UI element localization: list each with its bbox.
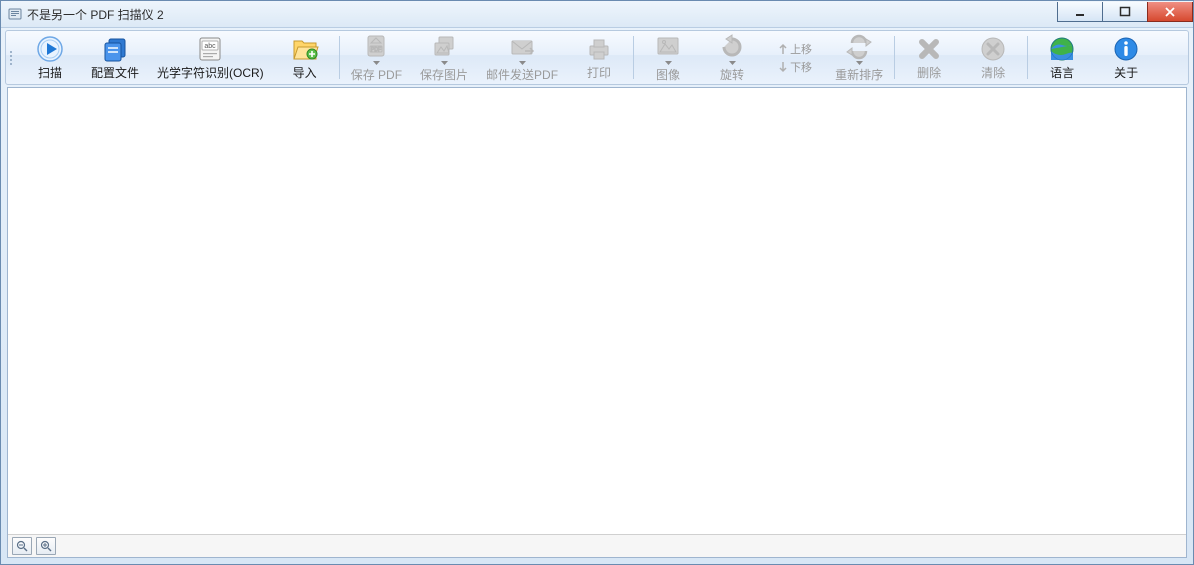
titlebar: 不是另一个 PDF 扫描仪 2 bbox=[1, 1, 1193, 28]
email-pdf-button[interactable]: 邮件发送PDF bbox=[477, 32, 567, 83]
zoom-in-button[interactable] bbox=[36, 537, 56, 555]
print-label: 打印 bbox=[587, 64, 611, 81]
scan-label: 扫描 bbox=[38, 64, 62, 81]
import-label: 导入 bbox=[293, 64, 317, 81]
save-image-label: 保存图片 bbox=[420, 66, 468, 83]
delete-icon bbox=[915, 35, 943, 63]
svg-text:PDF: PDF bbox=[371, 47, 381, 53]
clear-button[interactable]: 清除 bbox=[961, 32, 1025, 83]
rotate-button[interactable]: 旋转 bbox=[700, 32, 764, 83]
image-label: 图像 bbox=[656, 66, 680, 83]
about-button[interactable]: 关于 bbox=[1094, 32, 1158, 83]
zoom-in-icon bbox=[40, 540, 52, 552]
scan-button[interactable]: 扫描 bbox=[18, 32, 82, 83]
globe-icon bbox=[1048, 35, 1076, 63]
image-dropdown[interactable] bbox=[665, 61, 673, 65]
email-pdf-label: 邮件发送PDF bbox=[486, 66, 558, 83]
email-pdf-dropdown[interactable] bbox=[519, 61, 527, 65]
maximize-icon bbox=[1119, 6, 1131, 18]
info-icon bbox=[1112, 35, 1140, 63]
move-down-label: 下移 bbox=[790, 59, 812, 75]
clear-label: 清除 bbox=[981, 64, 1005, 81]
save-pdf-icon: PDF bbox=[361, 33, 391, 61]
image-button[interactable]: 图像 bbox=[636, 32, 700, 83]
maximize-button[interactable] bbox=[1102, 2, 1148, 22]
move-down-button[interactable]: 下移 bbox=[775, 59, 815, 75]
scan-icon bbox=[35, 35, 65, 63]
save-image-dropdown[interactable] bbox=[441, 61, 449, 65]
reorder-dropdown[interactable] bbox=[856, 61, 864, 65]
toolbar-separator bbox=[633, 36, 634, 79]
clear-icon bbox=[979, 35, 1007, 63]
app-icon bbox=[7, 6, 23, 22]
arrow-up-icon bbox=[778, 43, 788, 55]
statusbar bbox=[8, 534, 1186, 557]
save-pdf-dropdown[interactable] bbox=[373, 61, 381, 65]
move-group: 上移 下移 bbox=[764, 32, 826, 83]
profiles-icon bbox=[100, 35, 130, 63]
save-image-icon bbox=[429, 33, 459, 61]
close-icon bbox=[1164, 6, 1176, 18]
image-icon bbox=[653, 33, 683, 61]
language-label: 语言 bbox=[1050, 64, 1074, 81]
about-label: 关于 bbox=[1114, 64, 1138, 81]
rotate-icon bbox=[717, 33, 747, 61]
import-icon bbox=[290, 35, 320, 63]
svg-text:abc: abc bbox=[205, 43, 217, 50]
minimize-button[interactable] bbox=[1057, 2, 1103, 22]
reorder-label: 重新排序 bbox=[835, 66, 883, 83]
profiles-label: 配置文件 bbox=[91, 64, 139, 81]
content-area bbox=[7, 87, 1187, 558]
toolbar-separator bbox=[339, 36, 340, 79]
print-icon bbox=[584, 35, 614, 63]
save-pdf-label: 保存 PDF bbox=[351, 66, 402, 83]
import-button[interactable]: 导入 bbox=[273, 32, 337, 83]
rotate-label: 旋转 bbox=[720, 66, 744, 83]
minimize-icon bbox=[1074, 6, 1086, 18]
save-image-button[interactable]: 保存图片 bbox=[411, 32, 477, 83]
reorder-button[interactable]: 重新排序 bbox=[826, 32, 892, 83]
reorder-icon bbox=[844, 33, 874, 61]
toolbar-separator bbox=[894, 36, 895, 79]
app-window: 不是另一个 PDF 扫描仪 2 扫描 配置文件 bbox=[0, 0, 1194, 565]
zoom-out-icon bbox=[16, 540, 28, 552]
save-pdf-button[interactable]: PDF 保存 PDF bbox=[342, 32, 411, 83]
toolbar-grip bbox=[8, 32, 18, 83]
toolbar: 扫描 配置文件 abc 光学字符识别(OCR) 导入 PDF bbox=[5, 30, 1189, 85]
window-controls bbox=[1057, 2, 1193, 22]
window-title: 不是另一个 PDF 扫描仪 2 bbox=[27, 6, 164, 23]
ocr-button[interactable]: abc 光学字符识别(OCR) bbox=[148, 32, 273, 83]
move-up-label: 上移 bbox=[790, 41, 812, 57]
zoom-out-button[interactable] bbox=[12, 537, 32, 555]
rotate-dropdown[interactable] bbox=[729, 61, 737, 65]
arrow-down-icon bbox=[778, 61, 788, 73]
email-pdf-icon bbox=[507, 33, 537, 61]
toolbar-separator bbox=[1027, 36, 1028, 79]
delete-label: 删除 bbox=[917, 64, 941, 81]
close-button[interactable] bbox=[1147, 2, 1193, 22]
profiles-button[interactable]: 配置文件 bbox=[82, 32, 148, 83]
ocr-label: 光学字符识别(OCR) bbox=[157, 64, 264, 81]
move-up-button[interactable]: 上移 bbox=[775, 41, 815, 57]
print-button[interactable]: 打印 bbox=[567, 32, 631, 83]
language-button[interactable]: 语言 bbox=[1030, 32, 1094, 83]
delete-button[interactable]: 删除 bbox=[897, 32, 961, 83]
ocr-icon: abc bbox=[195, 35, 225, 63]
